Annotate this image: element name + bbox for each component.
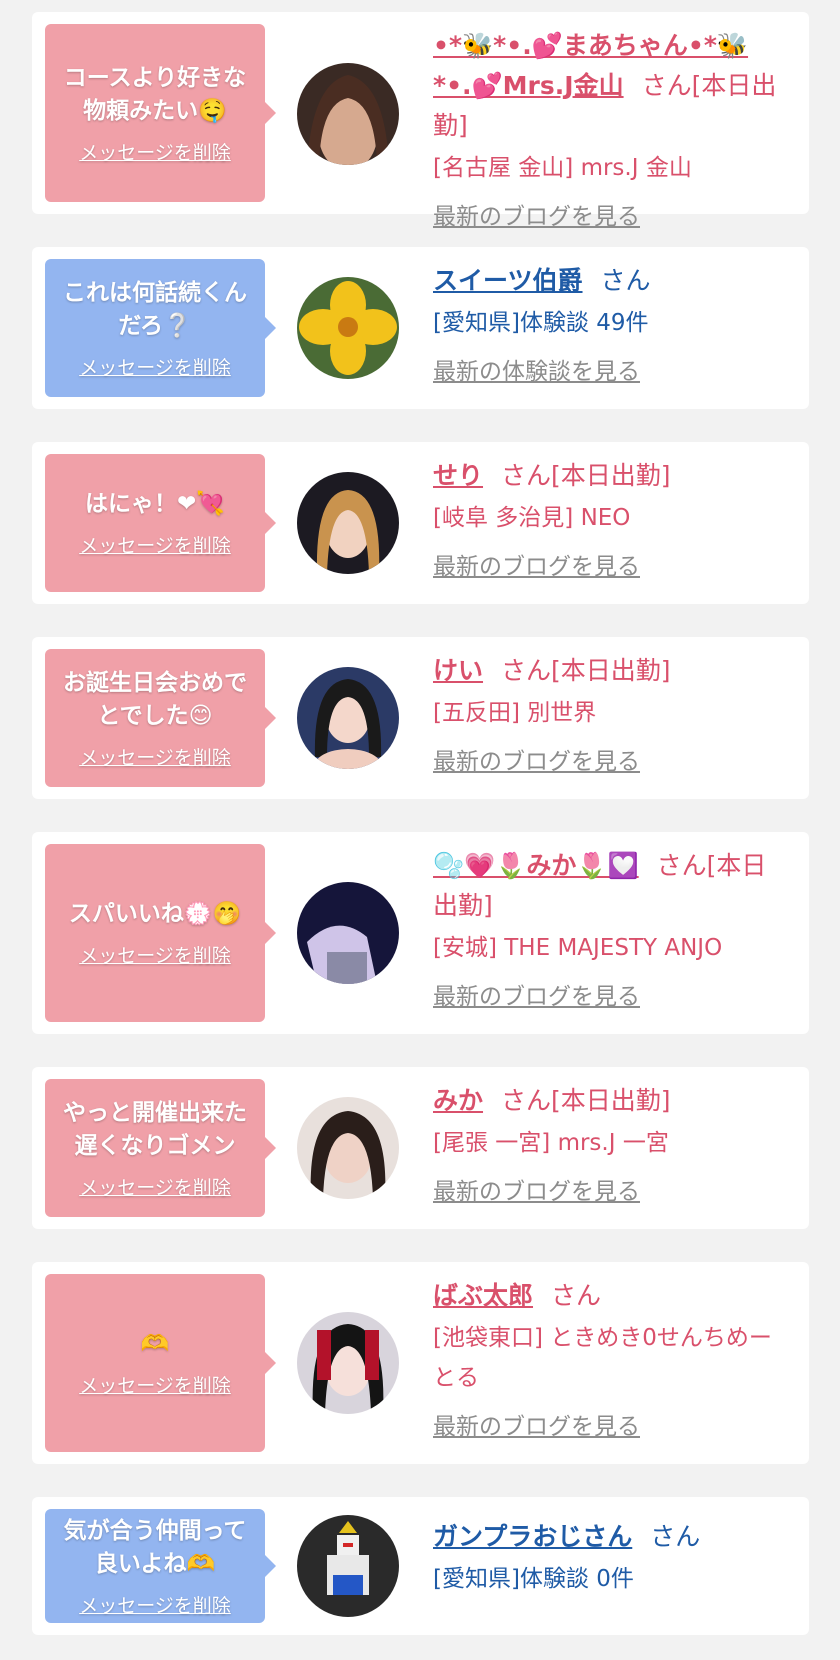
user-name-link[interactable]: ガンプラおじさん <box>433 1522 632 1551</box>
latest-link[interactable]: 最新のブログを見る <box>433 1412 778 1442</box>
list-item: コースより好きな物頼みたい🤤 メッセージを削除 •*🐝*•.💕まあちゃん•*🐝*… <box>32 12 809 230</box>
list-item: 気が合う仲間って良いよね🫶 メッセージを削除 ガンプラおじさん さん [愛知県]体… <box>32 1497 809 1635</box>
message-bubble: はにゃ！❤💘 メッセージを削除 <box>45 454 276 592</box>
shop-info[interactable]: [愛知県]体験談 49件 <box>433 303 778 343</box>
honorific: さん <box>600 266 651 295</box>
message-bubble: スパいいね💮🤭 メッセージを削除 <box>45 844 276 1022</box>
user-info: 🫧💗🌷みか🌷💟 さん[本日出勤] [安城] THE MAJESTY ANJO 最新… <box>433 846 778 1012</box>
message-bubble: これは何話続くんだろ❔ メッセージを削除 <box>45 259 276 397</box>
user-name-link[interactable]: スイーツ伯爵 <box>433 266 583 295</box>
message-text: コースより好きな物頼みたい🤤 <box>63 64 247 124</box>
user-name-link[interactable]: けい <box>433 656 483 685</box>
avatar[interactable] <box>297 882 399 984</box>
latest-link[interactable]: 最新の体験談を見る <box>433 357 778 387</box>
message-bubble: コースより好きな物頼みたい🤤 メッセージを削除 <box>45 24 276 202</box>
message-bubble: 🫶 メッセージを削除 <box>45 1274 276 1452</box>
latest-link[interactable]: 最新のブログを見る <box>433 202 778 232</box>
delete-message-link[interactable]: メッセージを削除 <box>79 531 231 558</box>
user-info: スイーツ伯爵 さん [愛知県]体験談 49件 最新の体験談を見る <box>433 261 778 387</box>
message-text: スパいいね💮🤭 <box>68 901 242 927</box>
list-item: 🫶 メッセージを削除 ばぶ太郎 さん [池袋東口] ときめき0せんちめーとる 最新… <box>32 1262 809 1464</box>
avatar[interactable] <box>297 1515 399 1617</box>
message-bubble: お誕生日会おめでとでした😊 メッセージを削除 <box>45 649 276 787</box>
user-name-link[interactable]: ばぶ太郎 <box>433 1281 533 1310</box>
message-text: 🫶 <box>140 1331 170 1357</box>
message-text: やっと開催出来た遅くなりゴメン <box>63 1099 247 1159</box>
delete-message-link[interactable]: メッセージを削除 <box>79 941 231 968</box>
user-info: ばぶ太郎 さん [池袋東口] ときめき0せんちめーとる 最新のブログを見る <box>433 1276 778 1442</box>
list-item: お誕生日会おめでとでした😊 メッセージを削除 けい さん[本日出勤] [五反田] … <box>32 637 809 799</box>
shop-info[interactable]: [池袋東口] ときめき0せんちめーとる <box>433 1318 778 1398</box>
avatar[interactable] <box>297 667 399 769</box>
shop-info[interactable]: [安城] THE MAJESTY ANJO <box>433 928 778 968</box>
shop-info[interactable]: [愛知県]体験談 0件 <box>433 1559 778 1599</box>
user-info: せり さん[本日出勤] [岐阜 多治見] NEO 最新のブログを見る <box>433 456 778 582</box>
user-info: ガンプラおじさん さん [愛知県]体験談 0件 <box>433 1517 778 1599</box>
honorific: さん[本日出勤] <box>501 1086 671 1115</box>
honorific: さん[本日出勤] <box>501 461 671 490</box>
list-item: はにゃ！❤💘 メッセージを削除 せり さん[本日出勤] [岐阜 多治見] NEO … <box>32 442 809 604</box>
latest-link[interactable]: 最新のブログを見る <box>433 982 778 1012</box>
shop-info[interactable]: [岐阜 多治見] NEO <box>433 498 778 538</box>
user-name-link[interactable]: せり <box>433 461 483 490</box>
delete-message-link[interactable]: メッセージを削除 <box>79 743 231 770</box>
delete-message-link[interactable]: メッセージを削除 <box>79 1591 231 1618</box>
user-info: みか さん[本日出勤] [尾張 一宮] mrs.J 一宮 最新のブログを見る <box>433 1081 778 1207</box>
message-bubble: やっと開催出来た遅くなりゴメン メッセージを削除 <box>45 1079 276 1217</box>
user-info: •*🐝*•.💕まあちゃん•*🐝*•.💕Mrs.J金山 さん[本日出勤] [名古屋 … <box>433 26 778 232</box>
avatar[interactable] <box>297 63 399 165</box>
honorific: さん <box>551 1281 602 1310</box>
message-text: はにゃ！❤💘 <box>85 491 225 517</box>
latest-link[interactable]: 最新のブログを見る <box>433 747 778 777</box>
list-item: やっと開催出来た遅くなりゴメン メッセージを削除 みか さん[本日出勤] [尾張 … <box>32 1067 809 1229</box>
message-bubble: 気が合う仲間って良いよね🫶 メッセージを削除 <box>45 1509 276 1623</box>
latest-link[interactable]: 最新のブログを見る <box>433 1177 778 1207</box>
delete-message-link[interactable]: メッセージを削除 <box>79 1173 231 1200</box>
delete-message-link[interactable]: メッセージを削除 <box>79 138 231 165</box>
latest-link[interactable]: 最新のブログを見る <box>433 552 778 582</box>
honorific: さん <box>650 1522 701 1551</box>
user-name-link[interactable]: 🫧💗🌷みか🌷💟 <box>433 851 639 880</box>
message-list: コースより好きな物頼みたい🤤 メッセージを削除 •*🐝*•.💕まあちゃん•*🐝*… <box>0 0 840 1660</box>
avatar[interactable] <box>297 277 399 379</box>
list-item: これは何話続くんだろ❔ メッセージを削除 スイーツ伯爵 さん [愛知県]体験談 4… <box>32 247 809 409</box>
message-text: お誕生日会おめでとでした😊 <box>63 669 247 729</box>
shop-info[interactable]: [五反田] 別世界 <box>433 693 778 733</box>
user-name-link[interactable]: みか <box>433 1086 483 1115</box>
shop-info[interactable]: [名古屋 金山] mrs.J 金山 <box>433 148 778 188</box>
list-item: スパいいね💮🤭 メッセージを削除 🫧💗🌷みか🌷💟 さん[本日出勤] [安城] TH… <box>32 832 809 1034</box>
delete-message-link[interactable]: メッセージを削除 <box>79 353 231 380</box>
delete-message-link[interactable]: メッセージを削除 <box>79 1371 231 1398</box>
avatar[interactable] <box>297 472 399 574</box>
avatar[interactable] <box>297 1097 399 1199</box>
honorific: さん[本日出勤] <box>501 656 671 685</box>
user-info: けい さん[本日出勤] [五反田] 別世界 最新のブログを見る <box>433 651 778 777</box>
avatar[interactable] <box>297 1312 399 1414</box>
message-text: これは何話続くんだろ❔ <box>63 279 247 339</box>
message-text: 気が合う仲間って良いよね🫶 <box>63 1517 247 1577</box>
shop-info[interactable]: [尾張 一宮] mrs.J 一宮 <box>433 1123 778 1163</box>
